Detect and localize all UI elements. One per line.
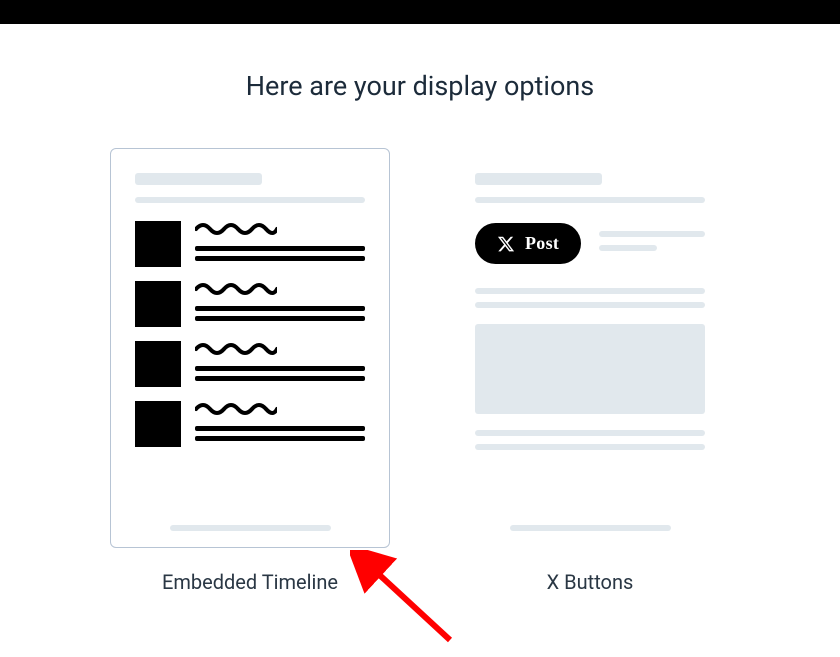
squiggle-icon [195, 223, 277, 235]
placeholder-title [475, 173, 602, 185]
placeholder-line [195, 376, 365, 381]
options-row: Embedded Timeline Post [0, 148, 840, 594]
x-logo-icon [497, 235, 515, 253]
timeline-list [135, 221, 365, 447]
placeholder-line [195, 306, 365, 311]
timeline-item [135, 341, 365, 387]
placeholder-line [195, 426, 365, 431]
option-x-buttons[interactable]: Post X Buttons [450, 148, 730, 594]
timeline-item [135, 401, 365, 447]
squiggle-icon [195, 343, 277, 355]
placeholder-line [599, 231, 705, 237]
placeholder-line [195, 256, 365, 261]
placeholder-line [475, 197, 705, 203]
placeholder-line [195, 316, 365, 321]
placeholder-line [599, 245, 657, 251]
page-heading: Here are your display options [0, 70, 840, 102]
timeline-preview [110, 148, 390, 548]
squiggle-icon [195, 403, 277, 415]
placeholder-line [195, 436, 365, 441]
post-button-preview: Post [475, 223, 581, 264]
placeholder-title [135, 173, 262, 185]
top-bar [0, 0, 840, 24]
placeholder-line [475, 444, 705, 450]
placeholder-footer [170, 525, 331, 531]
placeholder-line [135, 197, 365, 203]
option-label: Embedded Timeline [162, 570, 338, 594]
placeholder-line [195, 246, 365, 251]
avatar-placeholder [135, 341, 181, 387]
placeholder-line [195, 366, 365, 371]
avatar-placeholder [135, 401, 181, 447]
placeholder-line [475, 288, 705, 294]
post-button-label: Post [525, 233, 559, 254]
timeline-item [135, 281, 365, 327]
buttons-top-row: Post [475, 223, 705, 264]
avatar-placeholder [135, 281, 181, 327]
buttons-preview: Post [450, 148, 730, 548]
placeholder-line [475, 302, 705, 308]
placeholder-block [475, 324, 705, 414]
avatar-placeholder [135, 221, 181, 267]
option-embedded-timeline[interactable]: Embedded Timeline [110, 148, 390, 594]
timeline-item [135, 221, 365, 267]
option-label: X Buttons [547, 570, 634, 594]
squiggle-icon [195, 283, 277, 295]
placeholder-line [475, 430, 705, 436]
placeholder-footer [510, 525, 671, 531]
